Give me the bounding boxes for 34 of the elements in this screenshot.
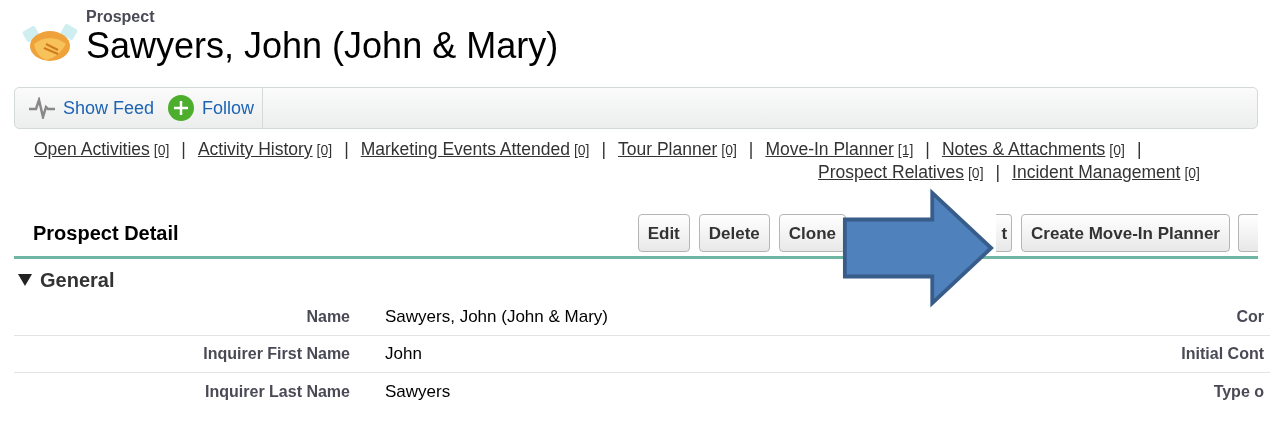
related-list-link[interactable]: Open Activities [0] (34, 135, 170, 163)
field-label: Cor (1236, 307, 1264, 327)
related-list-link[interactable]: Activity History [0] (197, 135, 333, 163)
field-label: Inquirer Last Name (204, 381, 350, 402)
action-button[interactable]: Edit (637, 213, 690, 252)
separator-text: | (344, 137, 349, 161)
separator-text: | (995, 161, 1001, 185)
related-list-link[interactable]: Tour Planner [0] (618, 135, 737, 163)
separator-text: | (925, 137, 930, 161)
field-value: Sawyers (385, 380, 452, 403)
partial-button[interactable]: t (996, 213, 1013, 252)
show-feed-link[interactable]: Show Feed (15, 94, 155, 122)
action-button[interactable]: Clone (778, 213, 847, 252)
separator-text: | (1136, 137, 1142, 161)
section-header[interactable]: General (18, 265, 1270, 295)
plus-icon (168, 95, 195, 121)
action-button[interactable]: Delete (698, 213, 770, 252)
section-title: Prospect Detail (33, 220, 180, 246)
separator-text: | (748, 137, 754, 161)
pulse-icon (29, 97, 55, 119)
field-label: Initial Cont (1181, 344, 1264, 364)
field-label: Inquirer First Name (202, 344, 350, 364)
record-title: Sawyers, John (John & Mary) (86, 26, 559, 66)
separator-text: | (181, 137, 186, 161)
related-list-link[interactable]: Marketing Events Attended [0] (360, 135, 590, 163)
field-label: Name (305, 307, 350, 327)
object-type-label: Prospect (86, 8, 156, 26)
field-value: John (385, 343, 423, 366)
separator-text: | (601, 137, 606, 161)
partial-button[interactable] (1238, 213, 1258, 252)
follow-link[interactable]: Follow (154, 94, 255, 122)
field-label: Type o (1213, 381, 1264, 402)
field-value: Sawyers, John (John & Mary) (385, 306, 609, 329)
action-button[interactable]: Create Move-In Planner (1021, 213, 1230, 252)
